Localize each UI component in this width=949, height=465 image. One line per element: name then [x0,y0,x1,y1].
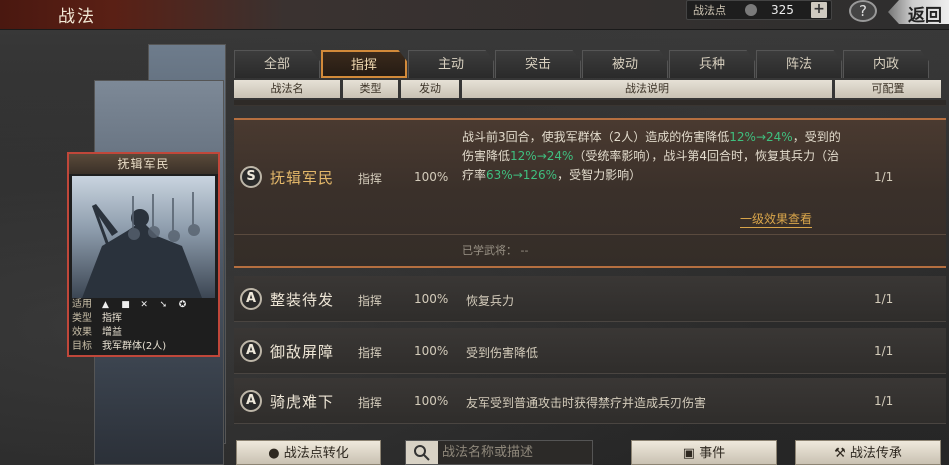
convert-points-label: 战法点转化 [283,446,349,461]
desc-highlight: 63%→126% [486,168,558,182]
desc-highlight: 12%→24% [510,149,574,163]
tab-all[interactable]: 全部 [234,50,320,78]
info-value: 指挥 [102,313,122,324]
list-top-edge [234,100,946,106]
tactic-row[interactable]: A 御敌屏障 指挥 100% 受到伤害降低 1/1 [234,328,946,374]
column-header-rate[interactable]: 发动 [401,80,459,98]
card-info: 适用 ▲ ■ ✕ ➘ ✪ 类型 指挥 效果 增益 目标 我军群体(2人) [72,298,215,354]
inherit-tactic-label: 战法传承 [849,446,902,461]
column-header-type[interactable]: 类型 [343,80,398,98]
divider [234,234,946,235]
tactic-points-value: 325 [771,3,794,17]
tactic-description: 战斗前3回合，使我军群体（2人）造成的伤害降低12%→24%，受到的伤害降低12… [462,128,842,185]
tactic-description: 恢复兵力 [466,294,515,308]
unit-type-icons: ▲ ■ ✕ ➘ ✪ [102,298,195,312]
info-key: 效果 [72,327,92,338]
tab-formation[interactable]: 阵法 [756,50,842,78]
tactic-points-label: 战法点 [693,4,726,17]
wheel-icon: ✪ [178,300,187,310]
search-input[interactable] [442,441,590,464]
category-tabs: 全部 指挥 主动 突击 被动 兵种 阵法 内政 [234,50,949,78]
page-title: 战法 [58,7,96,27]
tactic-rate: 100% [414,394,449,408]
tactic-type: 指挥 [358,294,383,308]
hammer-icon: ⚒ [834,446,846,461]
search-icon[interactable] [406,441,438,464]
info-value: 增益 [102,327,122,338]
column-headers: 战法名 类型 发动 战法说明 可配置 [234,80,944,98]
tab-active[interactable]: 主动 [408,50,494,78]
tactic-rate: 100% [414,170,449,184]
card-title: 抚辑军民 [69,154,218,174]
cavalry-icon: ▲ [102,300,109,310]
info-key: 目标 [72,341,92,352]
spear-icon: ➘ [159,300,168,310]
tactics-panel: 全部 指挥 主动 突击 被动 兵种 阵法 内政 战法名 类型 发动 战法说明 可… [230,44,949,465]
tactic-description: 受到伤害降低 [466,346,539,360]
tactic-description: 友军受到普通攻击时获得禁疗并造成兵刃伤害 [466,396,707,410]
tactic-row[interactable]: A 骑虎难下 指挥 100% 友军受到普通攻击时获得禁疗并造成兵刃伤害 1/1 [234,378,946,424]
shield-icon: ■ [121,300,130,310]
grade-badge-s: S [240,166,262,188]
tactic-points-display: 战法点 325 + [686,0,832,20]
tab-internal-affairs[interactable]: 内政 [843,50,929,78]
desc-part: 战斗前3回合，使我军群体（2人）造成的伤害降低 [462,130,730,144]
back-button-label[interactable]: 返回 [908,1,942,26]
coin-icon: ● [268,446,280,461]
magnifier-icon [414,445,430,461]
info-value: 我军群体(2人) [102,341,167,352]
column-header-description: 战法说明 [462,80,832,98]
column-header-configurable[interactable]: 可配置 [835,80,941,98]
selected-tactic-card: 抚辑军民 适用 ▲ ■ ✕ ➘ ✪ 类型 指挥 效果 增益 目标 我军群体(2人… [67,152,220,357]
tactic-count: 1/1 [874,394,894,408]
level-effect-link[interactable]: 一级效果查看 [740,210,813,228]
crossed-swords-icon: ✕ [140,300,148,310]
tactic-name: 抚辑军民 [270,169,335,187]
tactic-type: 指挥 [358,172,383,186]
tab-passive[interactable]: 被动 [582,50,668,78]
tactic-count: 1/1 [874,170,894,184]
tab-assault[interactable]: 突击 [495,50,581,78]
grade-badge-a: A [240,340,262,362]
desc-part: ，受智力影响） [557,168,642,182]
search-bar[interactable] [405,440,593,465]
add-points-button[interactable]: + [811,2,827,18]
tactic-name: 御敌屏障 [270,343,335,361]
warrior-silhouette-icon [82,192,202,298]
tactic-name: 骑虎难下 [270,393,335,411]
info-row-applicable: 适用 ▲ ■ ✕ ➘ ✪ [72,298,215,312]
info-row-target: 目标 我军群体(2人) [72,340,215,354]
inherit-tactic-button[interactable]: ⚒ 战法传承 [795,440,941,465]
tactic-point-coin-icon [745,4,757,16]
top-bar: 战法 战法点 325 + ? 返回 [0,0,949,30]
tab-troop[interactable]: 兵种 [669,50,755,78]
tactic-name: 整装待发 [270,291,335,309]
info-key: 类型 [72,313,92,324]
desc-highlight: 12%→24% [729,130,793,144]
info-row-effect: 效果 增益 [72,326,215,340]
info-key: 适用 [72,299,92,310]
tactic-count: 1/1 [874,344,894,358]
learned-generals: 已学武将： -- [462,244,529,257]
tactic-count: 1/1 [874,292,894,306]
info-row-type: 类型 指挥 [72,312,215,326]
tactic-type: 指挥 [358,346,383,360]
events-button[interactable]: ▣ 事件 [631,440,777,465]
grade-badge-a: A [240,288,262,310]
tab-command[interactable]: 指挥 [321,50,407,78]
events-label: 事件 [699,446,726,461]
tactic-row-expanded[interactable]: S 抚辑军民 指挥 100% 战斗前3回合，使我军群体（2人）造成的伤害降低12… [234,118,946,268]
tactic-rate: 100% [414,292,449,306]
card-artwork [72,176,215,298]
grade-badge-a: A [240,390,262,412]
tactic-row[interactable]: A 整装待发 指挥 100% 恢复兵力 1/1 [234,276,946,322]
convert-points-button[interactable]: ● 战法点转化 [236,440,381,465]
tactic-rate: 100% [414,344,449,358]
column-header-name[interactable]: 战法名 [234,80,340,98]
tactic-type: 指挥 [358,396,383,410]
events-icon: ▣ [682,446,696,461]
help-button[interactable]: ? [849,0,877,22]
